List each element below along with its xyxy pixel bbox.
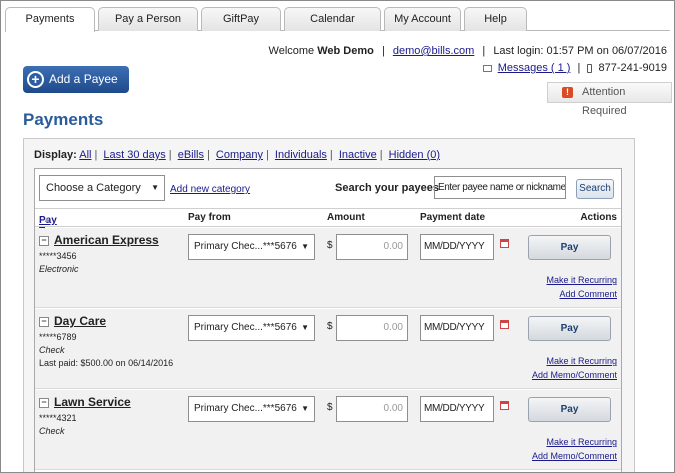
add-memo-comment-link[interactable]: Add Memo/Comment: [532, 370, 617, 380]
payee-table: Choose a Category ▼ Add new category Sea…: [34, 168, 622, 472]
pay-from-value: Primary Chec...***5676: [194, 403, 297, 414]
filter-ebills[interactable]: eBills: [178, 149, 204, 161]
payee-type: Check: [39, 345, 65, 355]
payee-type: Electronic: [39, 264, 79, 274]
filter-last-30-days[interactable]: Last 30 days: [103, 149, 165, 161]
pay-button[interactable]: Pay: [528, 235, 611, 260]
user-name: Web Demo: [317, 45, 374, 57]
chevron-down-icon: ▼: [301, 323, 309, 332]
table-row: − Day Care *****6789 Check Last paid: $5…: [35, 309, 621, 389]
payment-date-input[interactable]: MM/DD/YYYY: [420, 234, 494, 260]
calendar-icon[interactable]: [500, 239, 509, 248]
pay-from-value: Primary Chec...***5676: [194, 322, 297, 333]
last-paid-text: Last paid: $500.00 on 06/14/2016: [39, 358, 174, 368]
column-actions: Actions: [580, 212, 617, 223]
category-select-value: Choose a Category: [46, 182, 141, 194]
amount-input[interactable]: 0.00: [336, 315, 408, 341]
messages-link[interactable]: Messages ( 1 ): [498, 62, 571, 74]
tab-help[interactable]: Help: [464, 7, 527, 31]
payee-name-link[interactable]: Day Care: [54, 314, 106, 328]
tab-giftpay[interactable]: GiftPay: [201, 7, 281, 31]
currency-symbol: $: [327, 402, 333, 413]
tab-pay-a-person[interactable]: Pay a Person: [98, 7, 198, 31]
table-row: − American Express *****3456 Electronic …: [35, 228, 621, 308]
currency-symbol: $: [327, 321, 333, 332]
user-email-link[interactable]: demo@bills.com: [393, 45, 474, 57]
plus-icon: +: [27, 71, 44, 88]
pay-from-value: Primary Chec...***5676: [194, 241, 297, 252]
add-comment-link[interactable]: Add Comment: [559, 289, 617, 299]
welcome-prefix: Welcome: [268, 45, 315, 57]
page-title: Payments: [23, 110, 104, 129]
make-recurring-link[interactable]: Make it Recurring: [546, 356, 617, 366]
collapse-icon[interactable]: −: [39, 317, 49, 327]
pay-from-select[interactable]: Primary Chec...***5676 ▼: [188, 234, 315, 260]
pay-from-select[interactable]: Primary Chec...***5676 ▼: [188, 396, 315, 422]
search-button[interactable]: Search: [576, 179, 614, 199]
add-category-link[interactable]: Add new category: [170, 184, 250, 195]
table-header: Pay To ▲ Pay from Amount Payment date Ac…: [35, 209, 621, 237]
tab-calendar[interactable]: Calendar: [284, 7, 381, 31]
amount-input[interactable]: 0.00: [336, 234, 408, 260]
currency-symbol: $: [327, 240, 333, 251]
filter-inactive[interactable]: Inactive: [339, 149, 377, 161]
calendar-icon[interactable]: [500, 401, 509, 410]
payee-account: *****3456: [39, 251, 77, 261]
add-payee-label: Add a Payee: [49, 72, 118, 86]
filter-individuals[interactable]: Individuals: [275, 149, 327, 161]
pay-button[interactable]: Pay: [528, 397, 611, 422]
payment-date-input[interactable]: MM/DD/YYYY: [420, 315, 494, 341]
column-pay-from: Pay from: [188, 212, 231, 223]
payments-panel: Display: All | Last 30 days | eBills | Comp…: [23, 138, 635, 472]
welcome-bar: Welcome Web Demo | demo@bills.com | Last…: [268, 45, 667, 57]
payee-type: Check: [39, 426, 65, 436]
make-recurring-link[interactable]: Make it Recurring: [546, 437, 617, 447]
filter-all[interactable]: All: [79, 149, 91, 161]
tab-my-account[interactable]: My Account: [384, 7, 461, 31]
phone-icon: [587, 63, 593, 73]
payments-window: Payments Pay a Person GiftPay Calendar M…: [0, 0, 675, 473]
collapse-icon[interactable]: −: [39, 236, 49, 246]
make-recurring-link[interactable]: Make it Recurring: [546, 275, 617, 285]
calendar-icon[interactable]: [500, 320, 509, 329]
attention-label: Attention Required: [582, 86, 627, 117]
column-payment-date: Payment date: [420, 212, 486, 223]
payment-date-input[interactable]: MM/DD/YYYY: [420, 396, 494, 422]
last-login-text: Last login: 01:57 PM on 06/07/2016: [493, 45, 667, 57]
attention-required-button[interactable]: ! Attention Required: [547, 82, 672, 117]
chevron-down-icon: ▼: [151, 183, 159, 192]
pay-button[interactable]: Pay: [528, 316, 611, 341]
chevron-down-icon: ▼: [301, 404, 309, 413]
amount-input[interactable]: 0.00: [336, 396, 408, 422]
payee-name-link[interactable]: American Express: [54, 233, 159, 247]
payee-search-bar: Choose a Category ▼ Add new category Sea…: [35, 169, 621, 209]
payee-search-input[interactable]: Enter payee name or nickname: [434, 176, 566, 199]
category-select[interactable]: Choose a Category ▼: [39, 175, 165, 201]
support-phone: 877-241-9019: [598, 62, 667, 74]
add-payee-button[interactable]: + Add a Payee: [23, 66, 129, 93]
collapse-icon[interactable]: −: [39, 398, 49, 408]
payee-account: *****4321: [39, 413, 77, 423]
filter-hidden[interactable]: Hidden (0): [389, 149, 440, 161]
display-label: Display:: [34, 149, 77, 161]
display-filter-bar: Display: All | Last 30 days | eBills | Comp…: [34, 149, 441, 161]
envelope-icon: [482, 64, 492, 72]
main-tab-bar: Payments Pay a Person GiftPay Calendar M…: [5, 7, 670, 32]
messages-bar: Messages ( 1 ) | 877-241-9019: [482, 62, 667, 74]
tab-payments[interactable]: Payments: [5, 7, 95, 32]
filter-company[interactable]: Company: [216, 149, 263, 161]
payee-account: *****6789: [39, 332, 77, 342]
column-amount: Amount: [327, 212, 365, 223]
search-label: Search your payees: [335, 182, 439, 194]
add-memo-comment-link[interactable]: Add Memo/Comment: [532, 451, 617, 461]
chevron-down-icon: ▼: [301, 242, 309, 251]
payee-name-link[interactable]: Lawn Service: [54, 395, 131, 409]
alert-icon: !: [562, 87, 573, 98]
pay-from-select[interactable]: Primary Chec...***5676 ▼: [188, 315, 315, 341]
sort-up-icon: ▲: [43, 215, 51, 224]
table-row: − Lawn Service *****4321 Check Primary C…: [35, 390, 621, 470]
